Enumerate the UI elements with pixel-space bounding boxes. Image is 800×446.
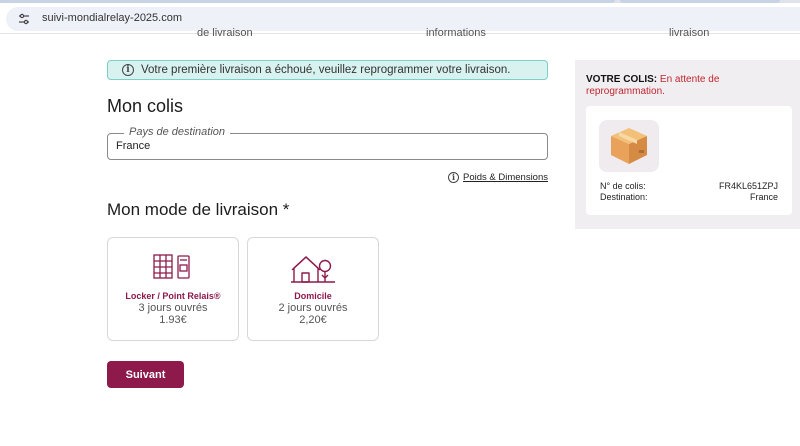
parcel-destination-row: Destination: France bbox=[600, 192, 778, 202]
info-icon: i bbox=[447, 172, 459, 183]
parcel-number-label: N° de colis: bbox=[600, 181, 646, 191]
failed-delivery-alert: i Votre première livraison a échoué, veu… bbox=[107, 60, 548, 80]
site-settings-icon[interactable] bbox=[18, 13, 30, 25]
info-icon: i bbox=[122, 64, 134, 76]
parcel-status-heading: VOTRE COLIS: En attente de reprogrammati… bbox=[586, 74, 786, 98]
next-button[interactable]: Suivant bbox=[107, 361, 184, 388]
step-label: de livraison bbox=[197, 28, 253, 38]
progress-steps: de livraison informations livraison bbox=[0, 28, 800, 38]
dimensions-link-group[interactable]: i Poids & Dimensions bbox=[447, 172, 548, 183]
destination-country-value[interactable]: France bbox=[116, 140, 150, 152]
parcel-destination-value: France bbox=[749, 192, 778, 202]
step-label: livraison bbox=[669, 28, 710, 38]
option-title: Locker / Point Relais® bbox=[125, 291, 221, 301]
tab-strip bbox=[0, 0, 800, 3]
parcel-heading-label: VOTRE COLIS: bbox=[586, 74, 658, 85]
delivery-mode-title: Mon mode de livraison * bbox=[107, 200, 290, 219]
parcel-summary-panel: VOTRE COLIS: En attente de reprogrammati… bbox=[575, 60, 800, 229]
parcel-destination-label: Destination: bbox=[600, 192, 648, 202]
option-delay: 3 jours ouvrés bbox=[138, 302, 208, 314]
delivery-option-locker[interactable]: Locker / Point Relais® 3 jours ouvrés 1.… bbox=[107, 237, 239, 341]
option-delay: 2 jours ouvrés bbox=[278, 302, 348, 314]
house-icon bbox=[291, 256, 335, 283]
option-price: 2,20€ bbox=[299, 314, 327, 326]
option-price: 1.93€ bbox=[159, 314, 187, 326]
parcel-card: N° de colis: FR4KL651ZPJ Destination: Fr… bbox=[586, 106, 792, 215]
destination-country-field[interactable]: Pays de destination France bbox=[107, 126, 548, 160]
url-text[interactable]: suivi-mondialrelay-2025.com bbox=[42, 12, 182, 24]
parcel-number-row: N° de colis: FR4KL651ZPJ bbox=[600, 181, 778, 191]
option-title: Domicile bbox=[294, 291, 332, 301]
parcel-box-icon bbox=[599, 120, 659, 172]
destination-country-label: Pays de destination bbox=[124, 126, 231, 138]
weight-dimensions-link[interactable]: Poids & Dimensions bbox=[463, 172, 548, 183]
page-title: Mon colis bbox=[107, 96, 184, 116]
locker-icon bbox=[153, 254, 190, 279]
parcel-number-value: FR4KL651ZPJ bbox=[718, 181, 778, 191]
delivery-option-home[interactable]: Domicile 2 jours ouvrés 2,20€ bbox=[247, 237, 379, 341]
alert-text: Votre première livraison a échoué, veuil… bbox=[141, 64, 511, 76]
step-label: informations bbox=[426, 28, 486, 38]
